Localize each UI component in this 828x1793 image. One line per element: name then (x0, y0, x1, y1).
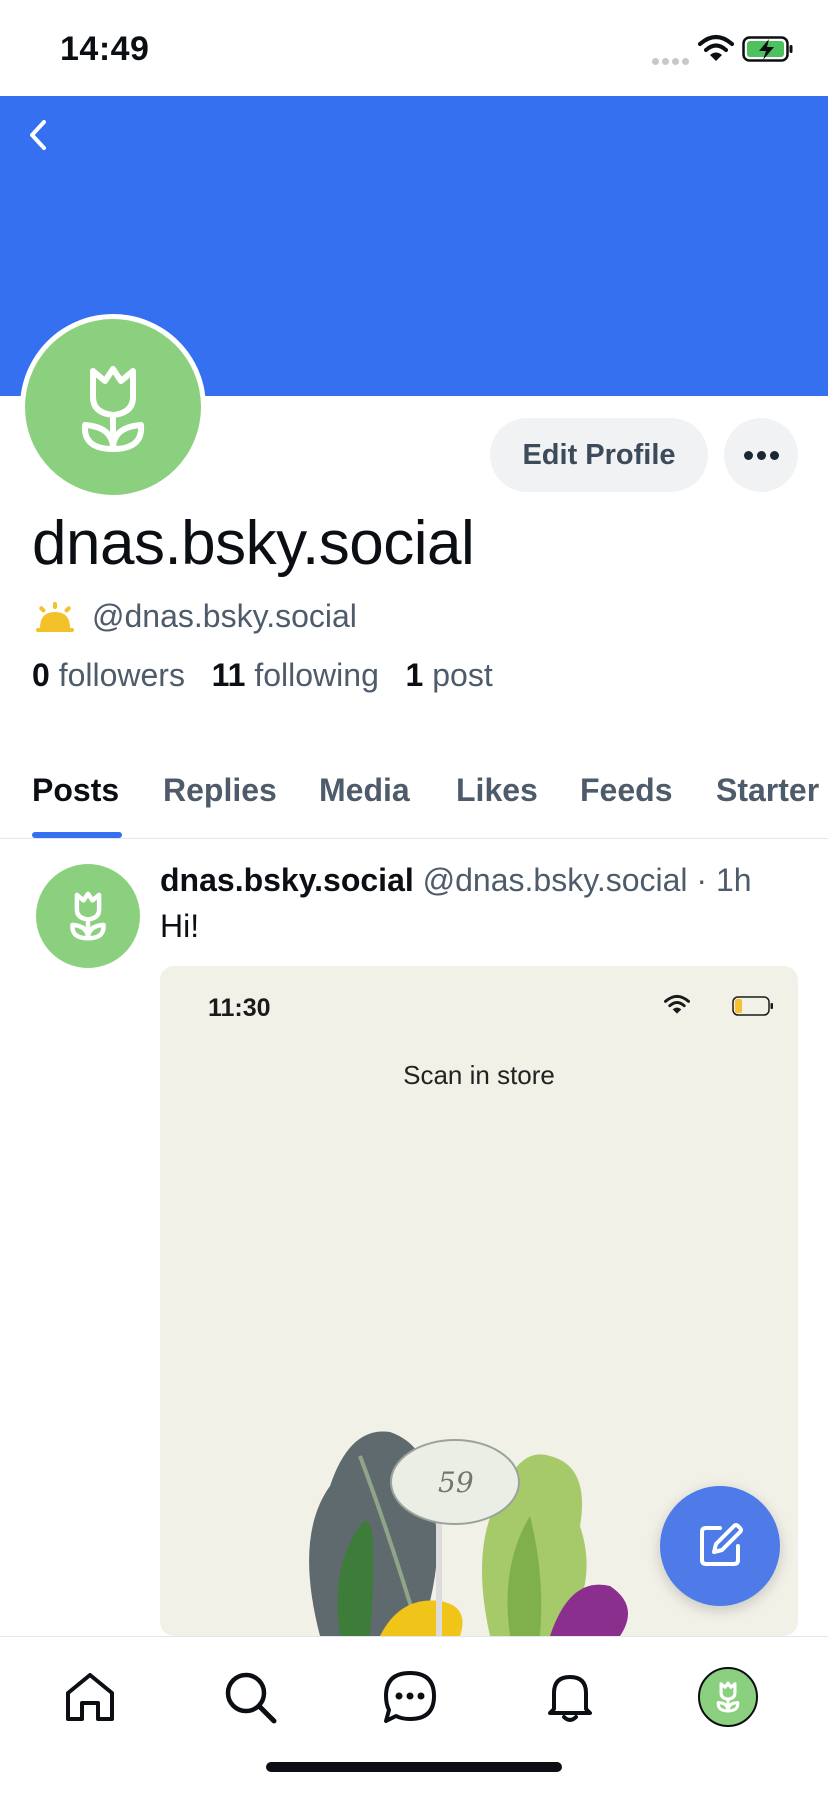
tulip-icon (716, 1681, 740, 1713)
search-icon[interactable] (220, 1667, 280, 1727)
more-options-button[interactable] (724, 418, 798, 492)
wifi-icon (664, 994, 690, 1014)
chevron-left-icon[interactable] (22, 112, 54, 158)
post-author-name[interactable]: dnas.bsky.social (160, 862, 414, 898)
svg-text:59: 59 (438, 1466, 474, 1499)
post-text: Hi! (160, 908, 200, 944)
tab-likes[interactable]: Likes (456, 772, 538, 809)
profile-avatar[interactable] (20, 314, 206, 500)
post-separator: · (696, 862, 708, 898)
profile-stats: 0 followers 11 following 1 post (32, 657, 493, 694)
home-icon[interactable] (60, 1667, 120, 1727)
cellular-signal-icon (652, 52, 692, 65)
sun-icon (36, 602, 74, 632)
home-indicator[interactable] (266, 1762, 562, 1772)
post-age[interactable]: 1h (716, 862, 752, 898)
tab-media[interactable]: Media (319, 772, 410, 809)
ellipsis-icon (743, 450, 753, 460)
profile-handle[interactable]: @dnas.bsky.social (92, 598, 357, 635)
chat-icon[interactable] (380, 1667, 440, 1727)
image-scan-title: Scan in store (403, 1060, 555, 1090)
profile-tab-avatar[interactable] (698, 1667, 758, 1727)
compose-post-button[interactable] (660, 1486, 780, 1606)
tulip-icon (81, 366, 145, 452)
wifi-icon (698, 35, 734, 61)
battery-icon (732, 996, 773, 1016)
following-stat[interactable]: 11 following (212, 657, 379, 693)
compose-icon (700, 1523, 743, 1566)
active-tab-indicator (32, 832, 122, 838)
status-time: 14:49 (60, 30, 150, 68)
bell-icon[interactable] (540, 1667, 600, 1727)
tab-replies[interactable]: Replies (163, 772, 277, 809)
profile-tabs: Posts Replies Media Likes Feeds Starter (0, 750, 828, 839)
tulip-icon (70, 891, 106, 941)
followers-stat[interactable]: 0 followers (32, 657, 185, 693)
display-name: dnas.bsky.social (32, 509, 475, 578)
tab-starter-packs[interactable]: Starter (716, 772, 819, 809)
post-author-avatar[interactable] (36, 864, 140, 968)
posts-stat: 1 post (405, 657, 493, 693)
edit-profile-button[interactable]: Edit Profile (490, 418, 708, 492)
tab-posts[interactable]: Posts (32, 772, 119, 809)
image-status-time: 11:30 (208, 994, 271, 1022)
post-author-handle[interactable]: @dnas.bsky.social (423, 862, 688, 898)
status-bar: 14:49 (0, 0, 828, 96)
tab-feeds[interactable]: Feeds (580, 772, 672, 809)
battery-icon (742, 36, 793, 62)
vegetables-illustration: 59 (309, 1431, 628, 1636)
post-header: dnas.bsky.social @dnas.bsky.social · 1h (160, 862, 752, 899)
